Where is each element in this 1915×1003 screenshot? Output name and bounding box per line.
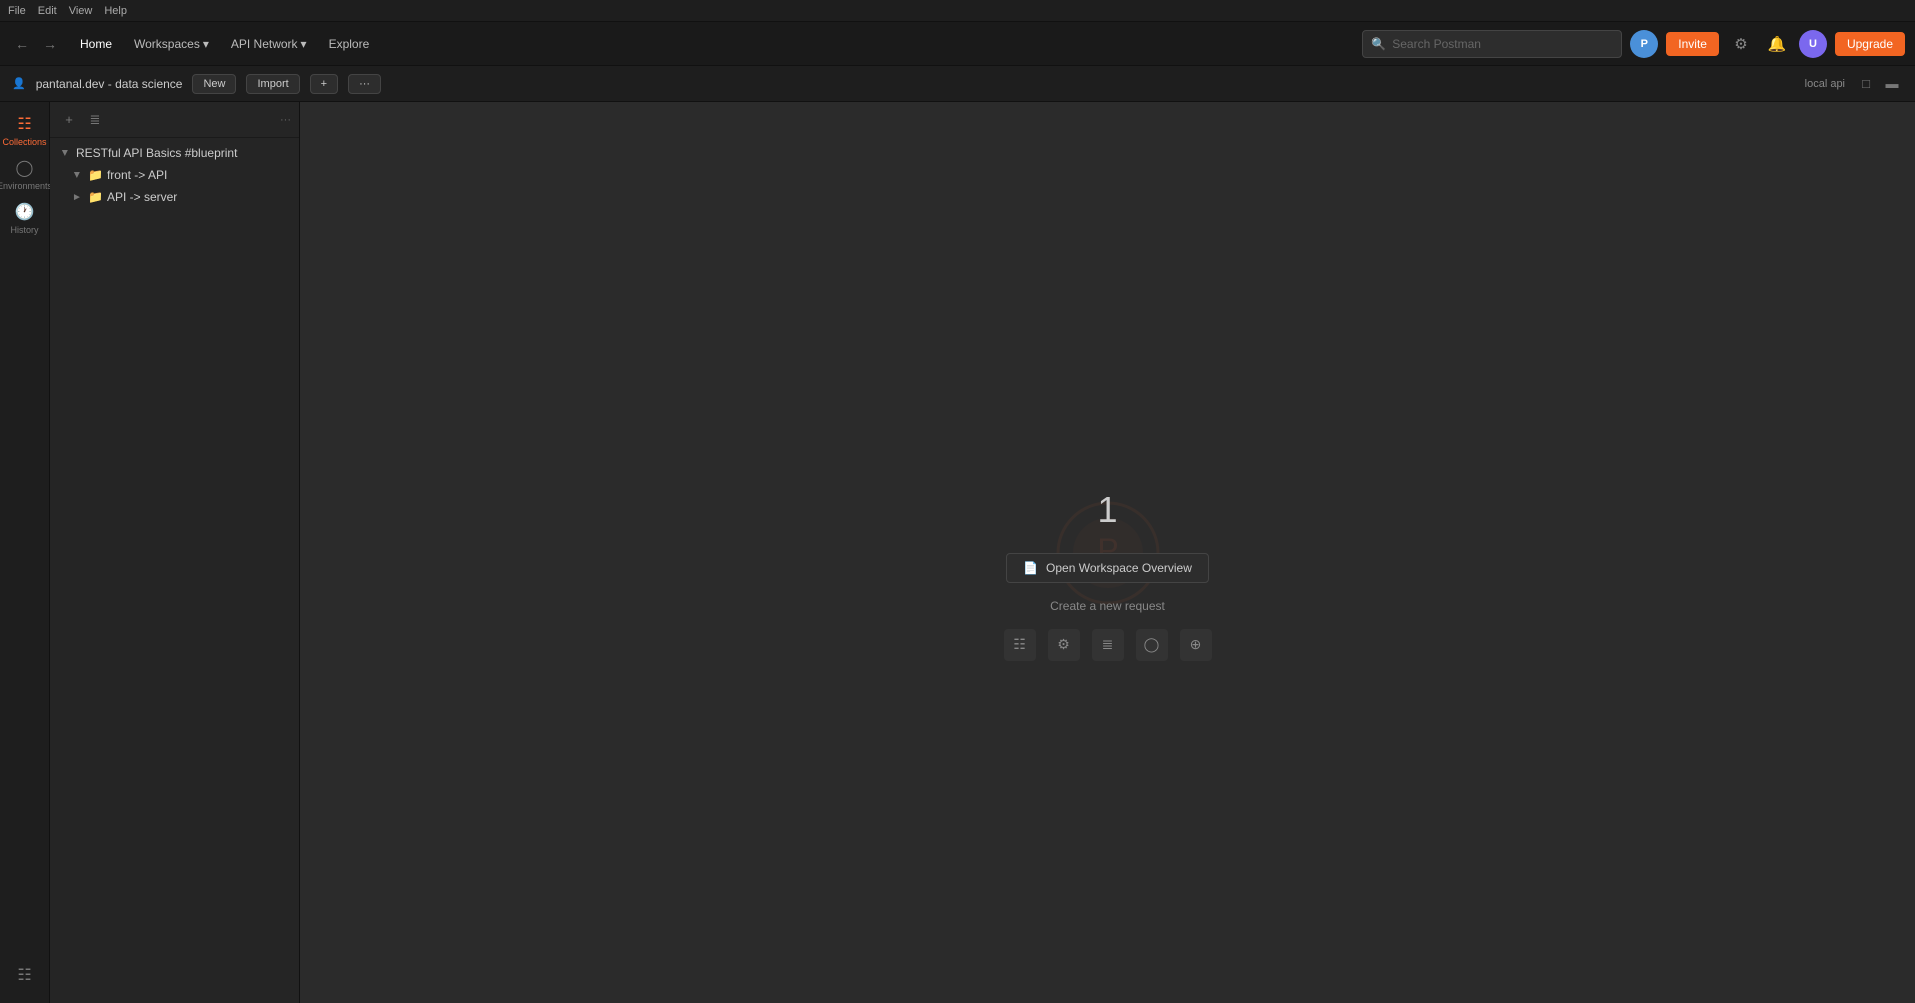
api-network-link[interactable]: API Network ▾ <box>221 32 317 56</box>
open-workspace-icon: 📄 <box>1023 561 1038 575</box>
sidebar-item-environments[interactable]: ◯ Environments <box>5 154 45 194</box>
collection-chevron-icon: ► <box>58 146 72 160</box>
request-type-env-icon[interactable]: ◯ <box>1136 629 1168 661</box>
history-icon: 🕐 <box>15 202 35 222</box>
folder-api-server-folder-icon: 📁 <box>88 190 103 204</box>
explore-link[interactable]: Explore <box>319 32 380 56</box>
runner-icon: ☷ <box>17 965 31 985</box>
folder-front-api-chevron-icon: ► <box>70 168 84 182</box>
new-button[interactable]: New <box>192 74 236 94</box>
toolbar-right: P Invite ⚙ 🔔 U Upgrade <box>1630 30 1905 58</box>
tab-controls: □ ▬ <box>1855 73 1903 95</box>
more-button[interactable]: ··· <box>348 74 381 94</box>
sidebar-item-runner[interactable]: ☷ <box>5 955 45 995</box>
upgrade-button[interactable]: Upgrade <box>1835 32 1905 56</box>
collections-panel: + ≣ ··· ► RESTful API Basics #blueprint … <box>50 102 300 1003</box>
menu-edit[interactable]: Edit <box>38 5 57 17</box>
environments-icon: ◯ <box>16 158 34 178</box>
folder-api-server-item[interactable]: ► 📁 API -> server <box>50 186 299 208</box>
main-layout: ☷ Collections ◯ Environments 🕐 History ☷… <box>0 102 1915 1003</box>
profile-avatar[interactable]: U <box>1799 30 1827 58</box>
back-button[interactable]: ← <box>10 32 34 56</box>
forward-button[interactable]: → <box>38 32 62 56</box>
request-type-get-icon[interactable]: ☷ <box>1004 629 1036 661</box>
open-workspace-button[interactable]: 📄 Open Workspace Overview <box>1006 553 1209 583</box>
request-type-settings-icon[interactable]: ⚙ <box>1048 629 1080 661</box>
menu-bar: File Edit View Help <box>0 0 1915 22</box>
panel-toolbar: + ≣ ··· <box>50 102 299 138</box>
request-type-filter-icon[interactable]: ≣ <box>1092 629 1124 661</box>
create-request-label: Create a new request <box>1050 599 1165 613</box>
add-button[interactable]: + <box>310 74 338 94</box>
home-link[interactable]: Home <box>70 32 122 56</box>
workspaces-chevron-icon: ▾ <box>203 37 209 51</box>
history-label: History <box>10 225 38 235</box>
collection-name: RESTful API Basics #blueprint <box>76 146 237 160</box>
open-workspace-label: Open Workspace Overview <box>1046 561 1192 575</box>
invite-button[interactable]: Invite <box>1666 32 1719 56</box>
request-type-add-icon[interactable]: ⊕ <box>1180 629 1212 661</box>
collections-label: Collections <box>2 137 46 147</box>
menu-view[interactable]: View <box>69 5 93 17</box>
sidebar-item-history[interactable]: 🕐 History <box>5 198 45 238</box>
sidebar-bottom: ☷ <box>5 955 45 995</box>
tab-expand-button[interactable]: □ <box>1855 73 1877 95</box>
menu-help[interactable]: Help <box>104 5 127 17</box>
folder-front-api-item[interactable]: ► 📁 front -> API <box>50 164 299 186</box>
nav-controls: ← → <box>10 32 62 56</box>
sidebar-item-collections[interactable]: ☷ Collections <box>5 110 45 150</box>
workspace-name: pantanal.dev - data science <box>36 77 183 91</box>
folder-front-api-name: front -> API <box>107 168 167 182</box>
panel-more-button[interactable]: ··· <box>280 114 291 126</box>
workspace-icon: 👤 <box>12 77 26 90</box>
collections-icon: ☷ <box>17 114 31 134</box>
user-avatar[interactable]: P <box>1630 30 1658 58</box>
center-widget: 📄 Open Workspace Overview Create a new r… <box>1004 493 1212 661</box>
nav-links: Home Workspaces ▾ API Network ▾ Explore <box>70 32 1354 56</box>
notification-icon-button[interactable]: 🔔 <box>1763 30 1791 58</box>
folder-front-api-folder-icon: 📁 <box>88 168 103 182</box>
api-network-chevron-icon: ▾ <box>301 37 307 51</box>
panel-content: ► RESTful API Basics #blueprint ► 📁 fron… <box>50 138 299 1003</box>
settings-icon-button[interactable]: ⚙ <box>1727 30 1755 58</box>
workspaces-link[interactable]: Workspaces ▾ <box>124 32 219 56</box>
menu-file[interactable]: File <box>8 5 26 17</box>
collection-item[interactable]: ► RESTful API Basics #blueprint <box>50 142 299 164</box>
request-type-icons: ☷ ⚙ ≣ ◯ ⊕ <box>1004 629 1212 661</box>
search-placeholder: Search Postman <box>1392 37 1481 51</box>
import-button[interactable]: Import <box>246 74 299 94</box>
panel-list-button[interactable]: ≣ <box>84 109 106 131</box>
main-content: P 1 📄 Open Workspace Overview Create a n… <box>300 102 1915 1003</box>
folder-api-server-name: API -> server <box>107 190 177 204</box>
search-bar[interactable]: 🔍 Search Postman <box>1362 30 1622 58</box>
left-sidebar: ☷ Collections ◯ Environments 🕐 History ☷ <box>0 102 50 1003</box>
search-icon: 🔍 <box>1371 37 1386 51</box>
workspace-bar: 👤 pantanal.dev - data science New Import… <box>0 66 1915 102</box>
tab-collapse-button[interactable]: ▬ <box>1881 73 1903 95</box>
environments-label: Environments <box>0 181 52 191</box>
folder-api-server-chevron-icon: ► <box>70 190 84 204</box>
local-api-badge: local api <box>1805 78 1845 90</box>
panel-add-button[interactable]: + <box>58 109 80 131</box>
toolbar: ← → Home Workspaces ▾ API Network ▾ Expl… <box>0 22 1915 66</box>
